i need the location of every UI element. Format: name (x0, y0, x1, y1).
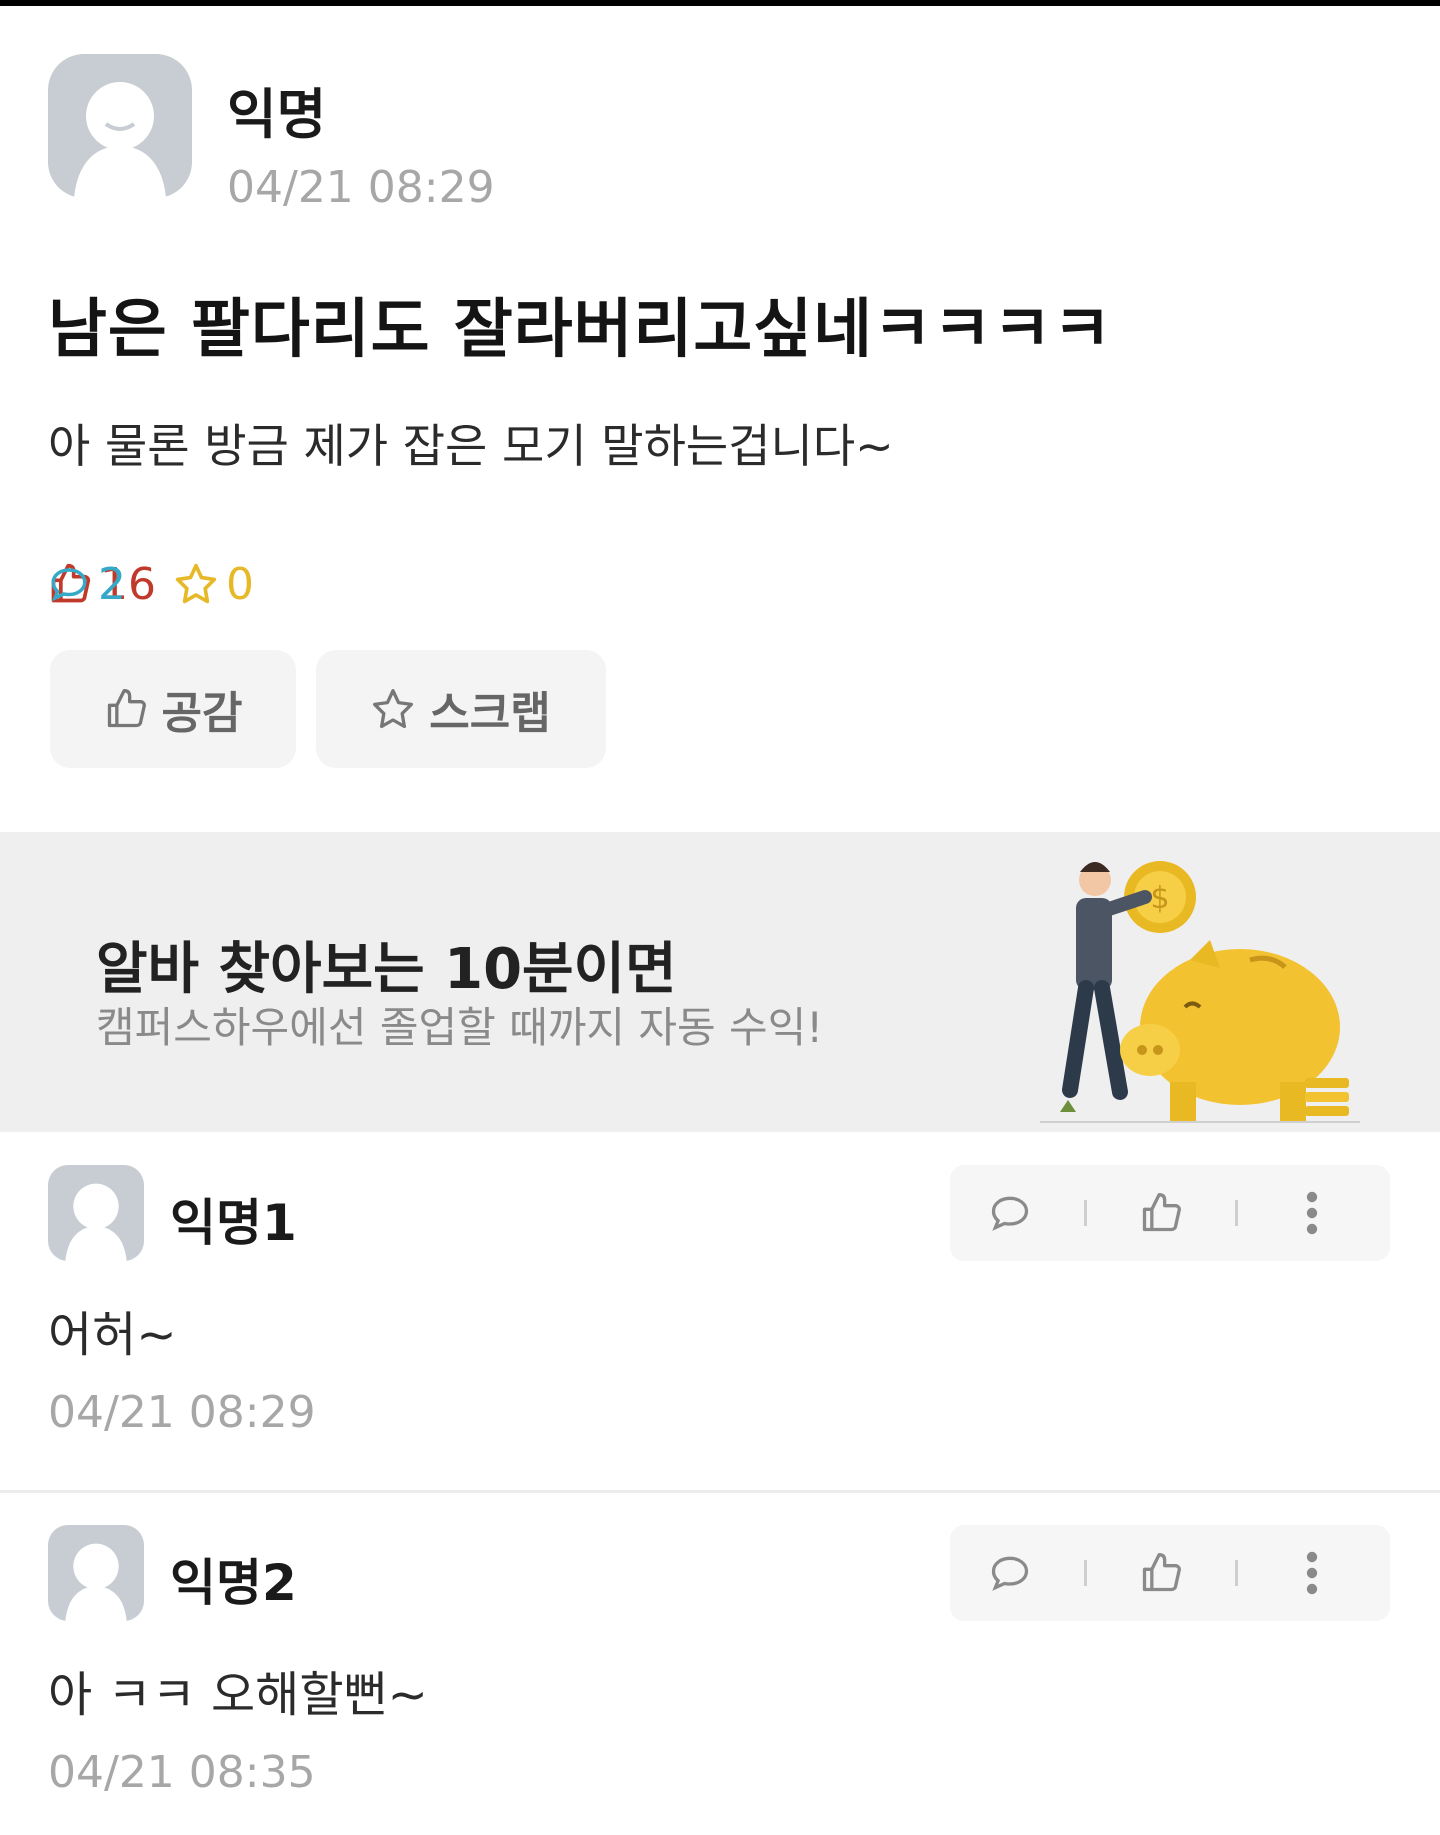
comment-timestamp: 04/21 08:35 (48, 1747, 316, 1798)
comment-like-button[interactable] (1101, 1525, 1221, 1621)
comment-text: 어허~ (48, 1307, 177, 1363)
comment-timestamp: 04/21 08:29 (48, 1387, 316, 1438)
like-button-label: 공감 (161, 688, 243, 739)
thumbs-up-icon (1142, 1553, 1181, 1592)
separator (1084, 1560, 1087, 1586)
more-vertical-icon (1306, 1191, 1318, 1235)
separator (1084, 1200, 1087, 1226)
comment-author: 익명2 (170, 1554, 297, 1612)
comment-avatar[interactable] (48, 1165, 144, 1261)
comment-divider (0, 1490, 1440, 1493)
more-vertical-icon (1306, 1551, 1318, 1595)
scrap-button[interactable]: 스크랩 (316, 650, 606, 768)
reply-button[interactable] (950, 1525, 1070, 1621)
comment-action-bar (950, 1165, 1390, 1261)
separator (1235, 1560, 1238, 1586)
thumbs-up-icon (1142, 1193, 1181, 1232)
post-timestamp: 04/21 08:29 (227, 162, 495, 213)
post-author: 익명 (227, 83, 327, 146)
reply-button[interactable] (950, 1165, 1070, 1261)
speech-bubble-icon (51, 568, 87, 602)
separator (1235, 1200, 1238, 1226)
comment-avatar[interactable] (48, 1525, 144, 1621)
piggy-bank-illustration: $ (1040, 842, 1360, 1132)
more-options-button[interactable] (1252, 1165, 1372, 1261)
post-body: 아 물론 방금 제가 잡은 모기 말하는겁니다~ (48, 419, 894, 473)
speech-bubble-icon (991, 1556, 1029, 1591)
comment-count-value: 2 (98, 558, 126, 610)
svg-text:$: $ (1150, 881, 1169, 916)
speech-bubble-icon (991, 1196, 1029, 1231)
star-icon (373, 689, 414, 729)
comment-like-button[interactable] (1101, 1165, 1221, 1261)
comment-action-bar (950, 1525, 1390, 1621)
like-button[interactable]: 공감 (50, 650, 296, 768)
scrap-button-label: 스크랩 (429, 688, 551, 739)
comment-text: 아 ㅋㅋ 오해할뻔~ (48, 1667, 428, 1723)
thumbs-up-icon (107, 689, 146, 728)
top-border (0, 0, 1440, 6)
ad-banner[interactable]: 알바 찾아보는 10분이면 캠퍼스하우에선 졸업할 때까지 자동 수익! $ (0, 832, 1440, 1132)
more-options-button[interactable] (1252, 1525, 1372, 1621)
banner-title: 알바 찾아보는 10분이면 (96, 937, 677, 1002)
author-avatar[interactable] (48, 54, 192, 198)
banner-subtitle: 캠퍼스하우에선 졸업할 때까지 자동 수익! (96, 1003, 824, 1052)
comment-author: 익명1 (170, 1194, 297, 1252)
post-title: 남은 팔다리도 잘라버리고싶네ㅋㅋㅋㅋ (48, 293, 1113, 367)
comment-count: 2 (48, 559, 1440, 610)
post-stats: 16 2 0 (48, 556, 272, 612)
